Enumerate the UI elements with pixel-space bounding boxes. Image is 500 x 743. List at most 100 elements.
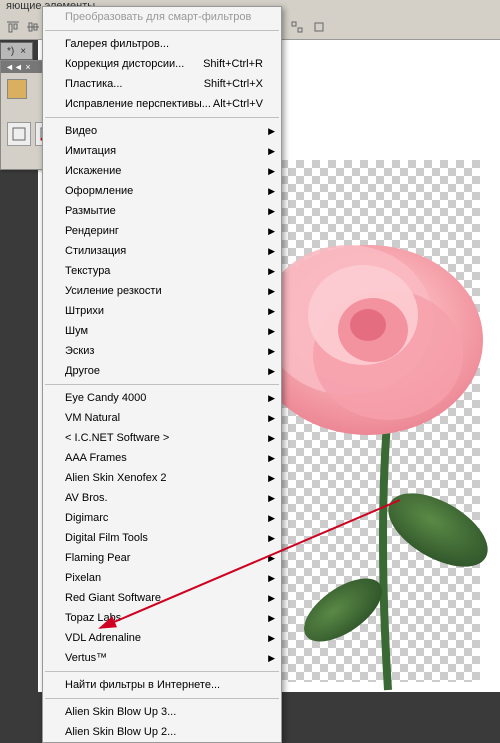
menu-category-3[interactable]: Оформление▶ (43, 181, 281, 201)
menu-label: Усиление резкости (65, 284, 162, 298)
menu-label: Alien Skin Xenofex 2 (65, 471, 167, 485)
submenu-arrow-icon: ▶ (268, 284, 275, 298)
submenu-arrow-icon: ▶ (268, 164, 275, 178)
menu-filter-gallery[interactable]: Галерея фильтров... (43, 34, 281, 54)
rectangle-tool-icon[interactable] (7, 122, 31, 146)
submenu-arrow-icon: ▶ (268, 204, 275, 218)
menu-category-1[interactable]: Имитация▶ (43, 141, 281, 161)
menu-category-11[interactable]: Эскиз ▶ (43, 341, 281, 361)
tab-label: *) (7, 46, 14, 57)
menu-plugin-0[interactable]: Eye Candy 4000 ▶ (43, 388, 281, 408)
auto-align-icon[interactable] (288, 18, 306, 36)
menu-category-2[interactable]: Искажение▶ (43, 161, 281, 181)
menu-label: Эскиз (65, 344, 94, 358)
menu-label: Галерея фильтров... (65, 37, 169, 51)
submenu-arrow-icon: ▶ (268, 244, 275, 258)
panel-collapse-icon[interactable]: ◄◄ × (5, 62, 31, 72)
submenu-arrow-icon: ▶ (268, 551, 275, 565)
menu-label: Eye Candy 4000 (65, 391, 146, 405)
submenu-arrow-icon: ▶ (268, 511, 275, 525)
menu-category-4[interactable]: Размытие▶ (43, 201, 281, 221)
menu-label: Alien Skin Blow Up 3... (65, 705, 176, 719)
submenu-arrow-icon: ▶ (268, 364, 275, 378)
menu-plugin-4[interactable]: Alien Skin Xenofex 2 ▶ (43, 468, 281, 488)
menu-category-10[interactable]: Шум ▶ (43, 321, 281, 341)
menu-category-7[interactable]: Текстура▶ (43, 261, 281, 281)
submenu-arrow-icon: ▶ (268, 651, 275, 665)
menu-plugin-10[interactable]: Red Giant Software▶ (43, 588, 281, 608)
menu-label: Штрихи (65, 304, 104, 318)
submenu-arrow-icon: ▶ (268, 531, 275, 545)
menu-convert-smart: Преобразовать для смарт-фильтров (43, 7, 281, 27)
submenu-arrow-icon: ▶ (268, 451, 275, 465)
menu-plugin-3[interactable]: AAA Frames ▶ (43, 448, 281, 468)
menu-shortcut: Shift+Ctrl+R (203, 57, 263, 71)
menu-plugin-11[interactable]: Topaz Labs ▶ (43, 608, 281, 628)
menu-label: VDL Adrenaline (65, 631, 141, 645)
menu-label: Имитация (65, 144, 116, 158)
menu-plugin-1[interactable]: VM Natural▶ (43, 408, 281, 428)
menu-separator (45, 384, 279, 385)
menu-label: AAA Frames (65, 451, 127, 465)
menu-label: Topaz Labs (65, 611, 121, 625)
submenu-arrow-icon: ▶ (268, 471, 275, 485)
menu-separator (45, 117, 279, 118)
menu-plugin-13[interactable]: Vertus™ ▶ (43, 648, 281, 668)
menu-plugin-7[interactable]: Digital Film Tools ▶ (43, 528, 281, 548)
color-swatch[interactable] (7, 79, 27, 99)
align-vcenter-icon[interactable] (24, 18, 42, 36)
menu-label: Другое (65, 364, 100, 378)
submenu-arrow-icon: ▶ (268, 224, 275, 238)
menu-find-filters-online[interactable]: Найти фильтры в Интернете... (43, 675, 281, 695)
submenu-arrow-icon: ▶ (268, 264, 275, 278)
menu-plugin-8[interactable]: Flaming Pear ▶ (43, 548, 281, 568)
menu-label: Оформление (65, 184, 133, 198)
menu-label: Найти фильтры в Интернете... (65, 678, 220, 692)
menu-label: Vertus™ (65, 651, 107, 665)
menu-category-6[interactable]: Стилизация▶ (43, 241, 281, 261)
menu-plugin-2[interactable]: < I.C.NET Software >▶ (43, 428, 281, 448)
menu-plugin-6[interactable]: Digimarc▶ (43, 508, 281, 528)
menu-plugin-9[interactable]: Pixelan▶ (43, 568, 281, 588)
submenu-arrow-icon: ▶ (268, 611, 275, 625)
submenu-arrow-icon: ▶ (268, 431, 275, 445)
menu-vanishing-point[interactable]: Исправление перспективы... Alt+Ctrl+V (43, 94, 281, 114)
menu-category-8[interactable]: Усиление резкости ▶ (43, 281, 281, 301)
menu-plugin-5[interactable]: AV Bros.▶ (43, 488, 281, 508)
menu-alien-skin-blow-up-3[interactable]: Alien Skin Blow Up 3... (43, 702, 281, 722)
menu-shortcut: Shift+Ctrl+X (204, 77, 263, 91)
submenu-arrow-icon: ▶ (268, 344, 275, 358)
auto-blend-icon[interactable] (310, 18, 328, 36)
menu-label: Исправление перспективы... (65, 97, 211, 111)
menu-label: Преобразовать для смарт-фильтров (65, 10, 251, 24)
align-top-icon[interactable] (4, 18, 22, 36)
menu-label: Digital Film Tools (65, 531, 148, 545)
document-tab[interactable]: *) × (0, 42, 33, 60)
menu-label: Шум (65, 324, 88, 338)
submenu-arrow-icon: ▶ (268, 411, 275, 425)
menu-plugin-12[interactable]: VDL Adrenaline▶ (43, 628, 281, 648)
submenu-arrow-icon: ▶ (268, 304, 275, 318)
menu-label: Рендеринг (65, 224, 119, 238)
menu-category-9[interactable]: Штрихи ▶ (43, 301, 281, 321)
submenu-arrow-icon: ▶ (268, 124, 275, 138)
submenu-arrow-icon: ▶ (268, 324, 275, 338)
submenu-arrow-icon: ▶ (268, 391, 275, 405)
menu-separator (45, 698, 279, 699)
menu-category-5[interactable]: Рендеринг ▶ (43, 221, 281, 241)
menu-liquify[interactable]: Пластика... Shift+Ctrl+X (43, 74, 281, 94)
menu-separator (45, 30, 279, 31)
menu-label: Pixelan (65, 571, 101, 585)
menu-category-0[interactable]: Видео ▶ (43, 121, 281, 141)
menu-label: Видео (65, 124, 97, 138)
menu-label: Red Giant Software (65, 591, 161, 605)
filter-menu: Преобразовать для смарт-фильтров Галерея… (42, 6, 282, 743)
menu-category-12[interactable]: Другое ▶ (43, 361, 281, 381)
menu-label: Alien Skin Blow Up 2... (65, 725, 176, 739)
menu-separator (45, 671, 279, 672)
menu-label: Коррекция дисторсии... (65, 57, 184, 71)
menu-lens-correction[interactable]: Коррекция дисторсии... Shift+Ctrl+R (43, 54, 281, 74)
menu-alien-skin-blow-up-2[interactable]: Alien Skin Blow Up 2... (43, 722, 281, 742)
tab-close-icon[interactable]: × (20, 46, 26, 57)
menu-label: Flaming Pear (65, 551, 130, 565)
